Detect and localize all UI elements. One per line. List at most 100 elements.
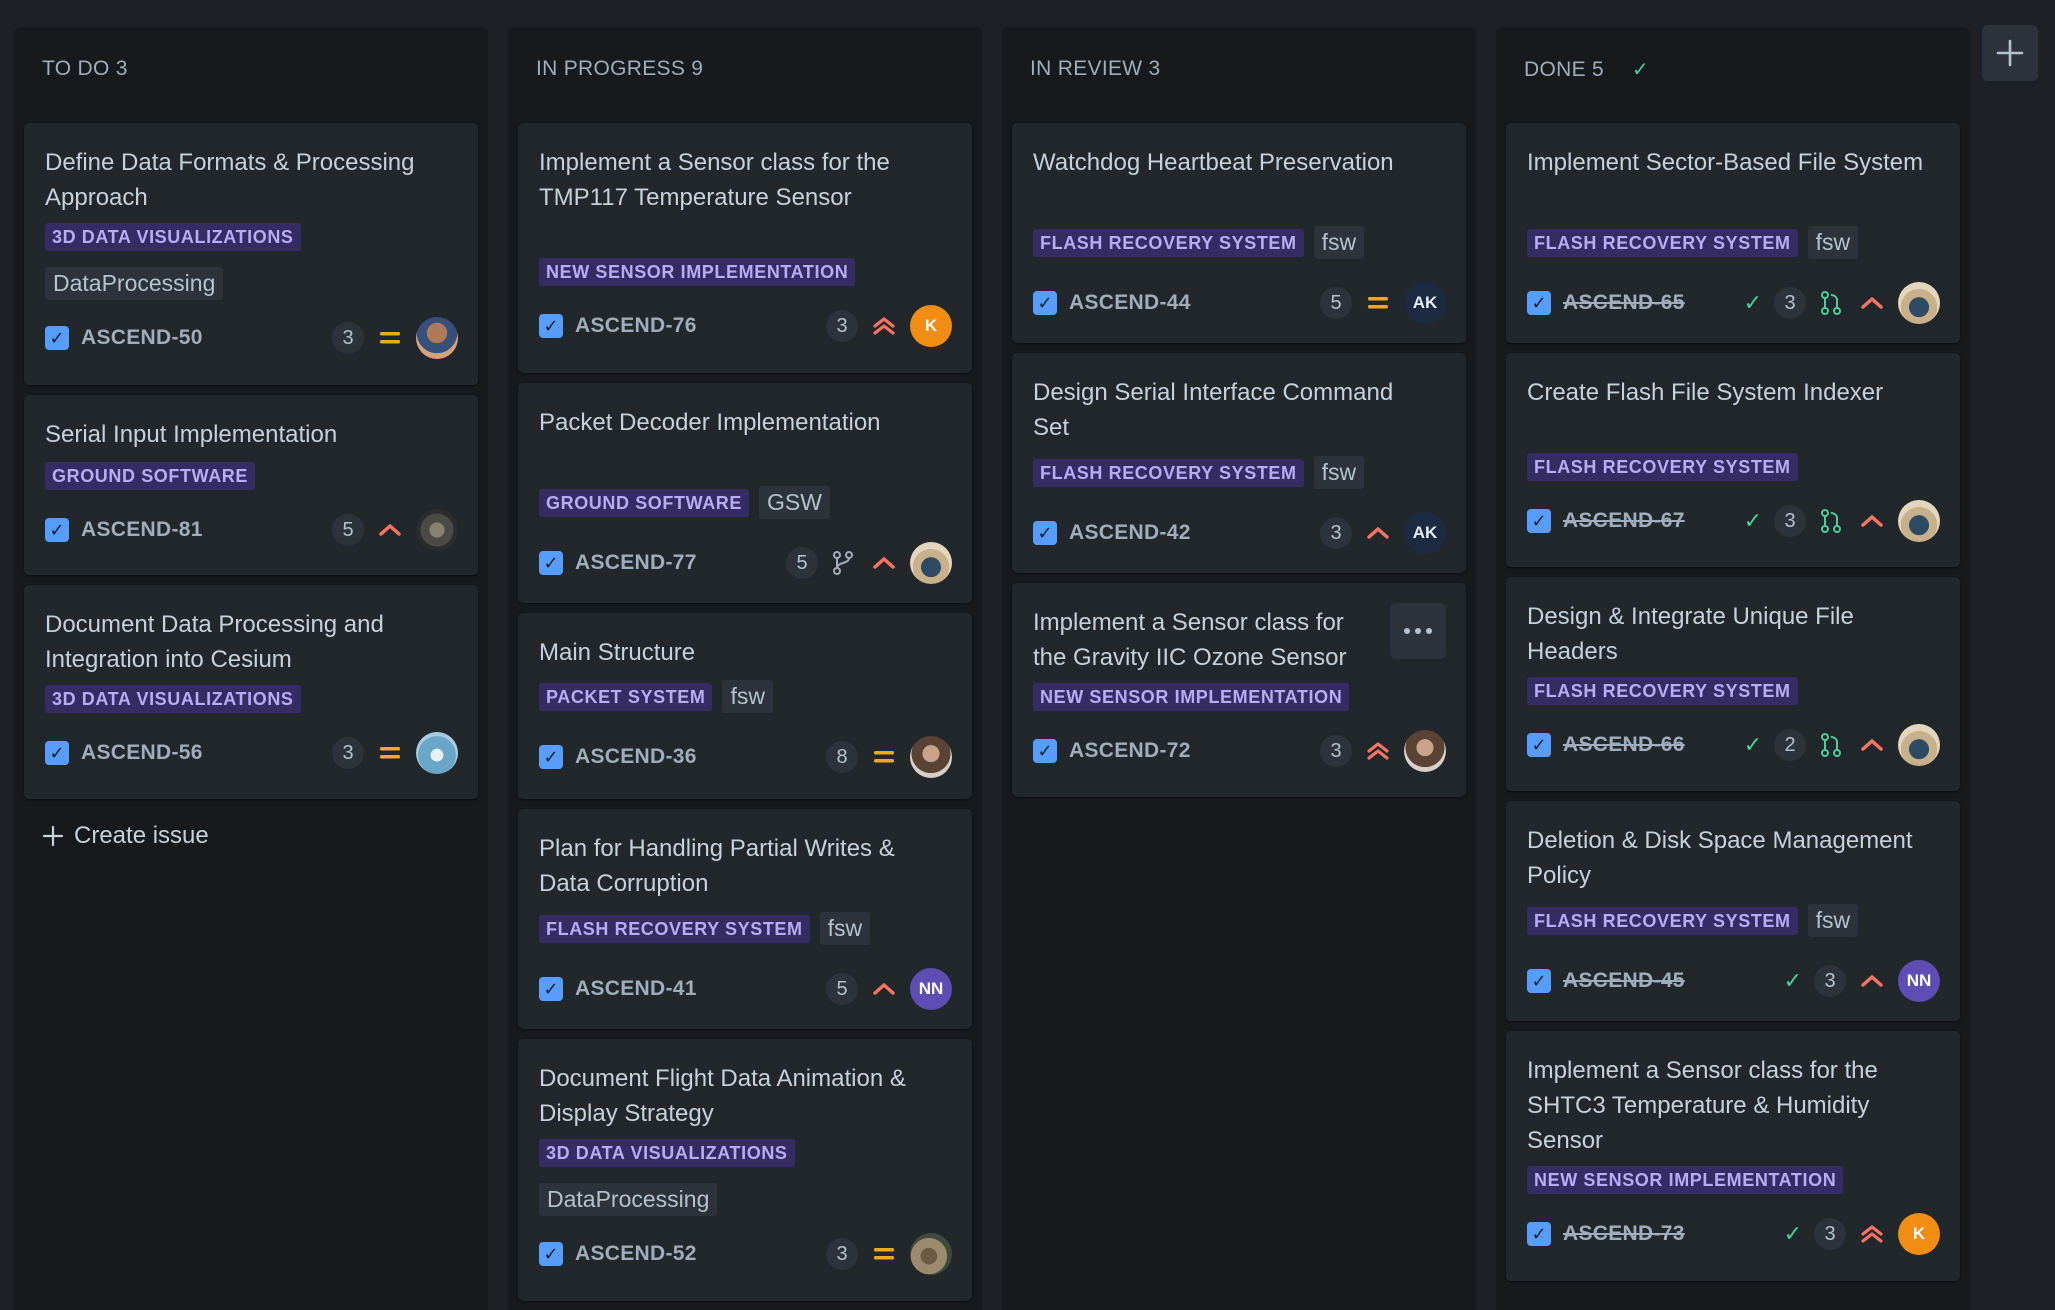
issue-card[interactable]: Define Data Formats & Processing Approac… — [24, 123, 478, 385]
column-header: IN PROGRESS 9 — [536, 57, 703, 81]
epic-badge[interactable]: GROUND SOFTWARE — [539, 488, 749, 517]
epic-badge[interactable]: GROUND SOFTWARE — [45, 462, 255, 490]
issue-key[interactable]: ASCEND-36 — [575, 745, 697, 769]
epic-badge[interactable]: 3D DATA VISUALIZATIONS — [45, 685, 301, 713]
assignee-avatar[interactable] — [1898, 500, 1940, 542]
issue-card[interactable]: Implement a Sensor class for the SHTC3 T… — [1506, 1031, 1960, 1281]
done-check-icon: ✓ — [1632, 59, 1650, 81]
epic-badge[interactable]: FLASH RECOVERY SYSTEM — [1527, 228, 1798, 257]
label-badge[interactable]: fsw — [1807, 904, 1859, 937]
card-title: Serial Input Implementation — [45, 421, 338, 448]
issue-card[interactable]: Packet Decoder Implementation GROUND SOF… — [518, 383, 972, 603]
assignee-avatar[interactable]: K — [910, 305, 952, 347]
label-badge[interactable]: fsw — [722, 680, 773, 713]
issue-key[interactable]: ASCEND-65 — [1563, 291, 1685, 315]
epic-badge[interactable]: FLASH RECOVERY SYSTEM — [1033, 458, 1304, 487]
issue-key[interactable]: ASCEND-81 — [81, 518, 203, 542]
issue-key[interactable]: ASCEND-77 — [575, 551, 697, 575]
issue-card[interactable]: Deletion & Disk Space Management Policy … — [1506, 801, 1960, 1021]
card-title: Packet Decoder Implementation — [539, 409, 881, 436]
issue-key[interactable]: ASCEND-50 — [81, 326, 203, 350]
issue-key[interactable]: ASCEND-52 — [575, 1242, 697, 1266]
label-badge[interactable]: DataProcessing — [45, 267, 224, 300]
assignee-avatar[interactable] — [416, 317, 458, 359]
card-footer: ✓ ASCEND-41 5 NN — [539, 966, 952, 1012]
epic-badge[interactable]: FLASH RECOVERY SYSTEM — [1527, 677, 1798, 705]
issue-card[interactable]: Implement Sector-Based File System FLASH… — [1506, 123, 1960, 343]
assignee-avatar[interactable] — [1898, 282, 1940, 324]
issue-card[interactable]: Implement a Sensor class for the TMP117 … — [518, 123, 972, 373]
epic-badge[interactable]: FLASH RECOVERY SYSTEM — [1527, 453, 1798, 481]
epic-badge[interactable]: FLASH RECOVERY SYSTEM — [539, 914, 810, 943]
label-badge[interactable]: fsw — [1313, 226, 1365, 259]
assignee-avatar[interactable] — [910, 542, 952, 584]
assignee-avatar[interactable] — [1404, 730, 1446, 772]
card-title: Main Structure — [539, 639, 696, 666]
epic-badge[interactable]: NEW SENSOR IMPLEMENTATION — [1527, 1166, 1844, 1194]
more-dots-icon — [1404, 628, 1410, 634]
epic-badge[interactable]: 3D DATA VISUALIZATIONS — [539, 1139, 795, 1167]
issue-key[interactable]: ASCEND-45 — [1563, 969, 1685, 993]
issue-card[interactable]: Implement a Sensor class for the Gravity… — [1012, 583, 1466, 797]
issue-key[interactable]: ASCEND-73 — [1563, 1222, 1685, 1246]
issue-key[interactable]: ASCEND-76 — [575, 314, 697, 338]
issue-key[interactable]: ASCEND-72 — [1069, 739, 1191, 763]
priority-high-icon — [1364, 519, 1392, 547]
assignee-avatar[interactable]: K — [1898, 1213, 1940, 1255]
label-badge[interactable]: GSW — [759, 486, 830, 519]
done-check-icon: ✓ — [1743, 290, 1762, 315]
issue-key[interactable]: ASCEND-67 — [1563, 509, 1685, 533]
issue-card[interactable]: Document Flight Data Animation & Display… — [518, 1039, 972, 1301]
epic-badge[interactable]: FLASH RECOVERY SYSTEM — [1527, 906, 1798, 935]
epic-badge[interactable]: NEW SENSOR IMPLEMENTATION — [539, 258, 856, 286]
story-points: 8 — [826, 741, 858, 773]
assignee-avatar[interactable] — [910, 736, 952, 778]
assignee-avatar[interactable]: NN — [1898, 960, 1940, 1002]
label-badge[interactable]: fsw — [819, 912, 871, 945]
add-column-button[interactable] — [1982, 25, 2038, 81]
more-actions-button[interactable] — [1390, 603, 1446, 659]
pull-request-icon — [1818, 288, 1844, 318]
epic-badge[interactable]: NEW SENSOR IMPLEMENTATION — [1033, 683, 1350, 711]
label-badge[interactable]: fsw — [1313, 456, 1365, 489]
assignee-avatar[interactable]: NN — [910, 968, 952, 1010]
label-badge[interactable]: DataProcessing — [539, 1183, 718, 1216]
issue-key[interactable]: ASCEND-56 — [81, 741, 203, 765]
label-badge[interactable]: fsw — [1807, 226, 1859, 259]
task-checkbox-icon: ✓ — [1527, 969, 1551, 993]
issue-card[interactable]: Serial Input Implementation GROUND SOFTW… — [24, 395, 478, 575]
task-checkbox-icon: ✓ — [1033, 521, 1057, 545]
card-footer: ✓ ASCEND-52 3 — [539, 1231, 952, 1277]
issue-card[interactable]: Watchdog Heartbeat Preservation FLASH RE… — [1012, 123, 1466, 343]
assignee-avatar[interactable] — [910, 1233, 952, 1275]
issue-card[interactable]: Document Data Processing and Integration… — [24, 585, 478, 799]
story-points: 3 — [1814, 1218, 1846, 1250]
assignee-avatar[interactable] — [416, 732, 458, 774]
issue-card[interactable]: Design & Integrate Unique File Headers F… — [1506, 577, 1960, 791]
column-title: TO DO 3 — [42, 57, 128, 80]
issue-key[interactable]: ASCEND-42 — [1069, 521, 1191, 545]
assignee-avatar[interactable] — [416, 509, 458, 551]
create-issue-button[interactable]: Create issue — [42, 822, 209, 850]
epic-badge[interactable]: FLASH RECOVERY SYSTEM — [1033, 228, 1304, 257]
card-footer: ✓ ASCEND-66 ✓ 2 — [1527, 722, 1940, 768]
card-tags: 3D DATA VISUALIZATIONS — [539, 1139, 952, 1167]
priority-highest-icon — [1364, 737, 1392, 765]
assignee-avatar[interactable] — [1898, 724, 1940, 766]
task-checkbox-icon: ✓ — [539, 745, 563, 769]
issue-card[interactable]: Create Flash File System Indexer FLASH R… — [1506, 353, 1960, 567]
epic-badge[interactable]: 3D DATA VISUALIZATIONS — [45, 223, 301, 251]
issue-card[interactable]: Plan for Handling Partial Writes & Data … — [518, 809, 972, 1029]
issue-key[interactable]: ASCEND-44 — [1069, 291, 1191, 315]
assignee-avatar[interactable]: AK — [1404, 512, 1446, 554]
story-points: 3 — [826, 1238, 858, 1270]
issue-card[interactable]: Main Structure PACKET SYSTEM fsw ✓ ASCEN… — [518, 613, 972, 799]
column-in-progress: IN PROGRESS 9 Implement a Sensor class f… — [508, 27, 982, 1310]
issue-card[interactable]: Design Serial Interface Command Set FLAS… — [1012, 353, 1466, 573]
issue-key[interactable]: ASCEND-41 — [575, 977, 697, 1001]
epic-badge[interactable]: PACKET SYSTEM — [539, 682, 713, 711]
card-title: Watchdog Heartbeat Preservation — [1033, 149, 1394, 176]
card-tags: PACKET SYSTEM fsw — [539, 680, 952, 713]
assignee-avatar[interactable]: AK — [1404, 282, 1446, 324]
issue-key[interactable]: ASCEND-66 — [1563, 733, 1685, 757]
